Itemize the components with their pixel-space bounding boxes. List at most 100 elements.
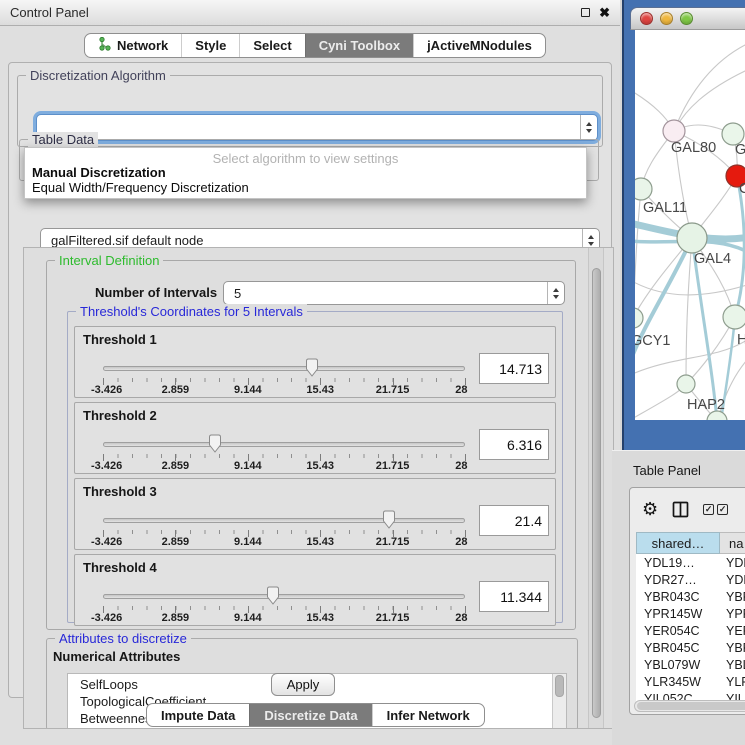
threshold-4-value-field[interactable]: 11.344: [479, 581, 549, 612]
discretization-algorithm-group-title: Discretization Algorithm: [26, 68, 170, 83]
combobox-stepper-icon[interactable]: [580, 115, 597, 140]
node-label: GAL80: [671, 140, 716, 156]
threshold-3-scale: -3.426 2.859 9.144 15.43 21.715 28: [103, 536, 465, 548]
threshold-3-slider-track[interactable]: [103, 518, 465, 523]
threshold-3-label: Threshold 3: [83, 484, 157, 499]
close-icon[interactable]: ✖: [599, 6, 610, 19]
number-of-intervals-label: Number of Intervals: [95, 285, 217, 300]
threshold-4-slider-track[interactable]: [103, 594, 465, 599]
checkbox-icon[interactable]: ✓: [717, 504, 728, 515]
dropdown-option-equal-width[interactable]: Equal Width/Frequency Discretization: [25, 180, 586, 195]
node-gal80[interactable]: [663, 120, 685, 142]
table-data-value: galFiltered.sif default node: [41, 233, 582, 248]
threshold-1-block: Threshold 1 -3.426: [74, 326, 556, 398]
tab-cyni-toolbox[interactable]: Cyni Toolbox: [305, 34, 413, 57]
node-label: GA: [735, 142, 745, 158]
table-row[interactable]: YBL079WYBL0: [636, 656, 745, 673]
network-graph: GAL80 GA C GAL11 GAL4 GCY1 H HAP2: [635, 30, 745, 420]
tab-impute-data[interactable]: Impute Data: [147, 704, 249, 726]
numerical-attributes-label: Numerical Attributes: [53, 649, 180, 664]
tab-select[interactable]: Select: [239, 34, 304, 57]
zoom-traffic-light-icon[interactable]: [680, 12, 693, 25]
node-label: H: [737, 332, 745, 348]
tab-discretize-data[interactable]: Discretize Data: [249, 704, 371, 726]
table-data-group-title: Table Data: [28, 132, 98, 147]
tab-style[interactable]: Style: [181, 34, 239, 57]
threshold-3-slider-thumb[interactable]: [381, 510, 396, 530]
settings-scroll-panel: Interval Definition Number of Intervals …: [23, 247, 614, 729]
node-table: shared… na YDL19…YDL1 YDR27…YDR2 YBR043C…: [636, 532, 745, 707]
control-panel: Control Panel ✖ Network: [0, 0, 620, 745]
minimize-traffic-light-icon[interactable]: [660, 12, 673, 25]
table-row[interactable]: YLR345WYLR3: [636, 673, 745, 690]
tab-style-label: Style: [195, 38, 226, 53]
threshold-1-label: Threshold 1: [83, 332, 157, 347]
threshold-2-value-field[interactable]: 6.316: [479, 429, 549, 460]
node-gal11[interactable]: [635, 178, 652, 200]
column-header-shared-name[interactable]: shared…: [636, 532, 720, 554]
float-window-icon[interactable]: [581, 8, 590, 17]
threshold-3-block: Threshold 3 -3.426: [74, 478, 556, 550]
table-panel-region: Table Panel ⚙ ✓ ✓ shared… na YD: [612, 450, 745, 745]
threshold-2-slider-thumb[interactable]: [208, 434, 223, 454]
node-label: GCY1: [635, 333, 671, 349]
threshold-1-value-field[interactable]: 14.713: [479, 353, 549, 384]
node-right-middle[interactable]: [723, 305, 745, 329]
network-canvas[interactable]: GAL80 GA C GAL11 GAL4 GCY1 H HAP2: [635, 30, 745, 420]
threshold-4-slider-thumb[interactable]: [266, 586, 281, 606]
tab-jactivemnodules[interactable]: jActiveMNodules: [413, 34, 545, 57]
threshold-2-scale: -3.426 2.859 9.144 15.43 21.715 28: [103, 460, 465, 472]
dropdown-placeholder-option[interactable]: Select algorithm to view settings: [25, 148, 586, 165]
algorithm-dropdown-popup: Select algorithm to view settings Manual…: [24, 147, 587, 199]
threshold-4-block: Threshold 4 -3.426: [74, 554, 556, 626]
node-label: GAL4: [694, 251, 731, 267]
threshold-3-value-field[interactable]: 21.4: [479, 505, 549, 536]
threshold-4-scale: -3.426 2.859 9.144 15.43 21.715 28: [103, 612, 465, 624]
table-row[interactable]: YER054CYER0: [636, 622, 745, 639]
tab-infer-network[interactable]: Infer Network: [372, 704, 484, 726]
table-row[interactable]: YDL19…YDL1: [636, 554, 745, 571]
threshold-2-block: Threshold 2 -3.426: [74, 402, 556, 474]
gear-icon[interactable]: ⚙: [642, 500, 658, 518]
apply-button[interactable]: Apply: [271, 673, 335, 696]
table-row[interactable]: YDR27…YDR2: [636, 571, 745, 588]
node-hap2[interactable]: [677, 375, 695, 393]
attributes-group-title: Attributes to discretize: [55, 631, 191, 646]
node-gal4[interactable]: [677, 223, 707, 253]
table-rows: YDL19…YDL1 YDR27…YDR2 YBR043CYBR0 YPR145…: [636, 554, 745, 707]
number-of-intervals-combobox[interactable]: 5: [223, 281, 565, 305]
column-header-name[interactable]: na: [720, 532, 745, 554]
thresholds-group-title: Threshold's Coordinates for 5 Intervals: [76, 304, 307, 319]
interval-definition-group-title: Interval Definition: [55, 253, 163, 268]
threshold-2-slider-track[interactable]: [103, 442, 465, 447]
node-gcy1[interactable]: [635, 308, 643, 328]
screenshot-stage: Control Panel ✖ Network: [0, 0, 745, 745]
network-window-titlebar[interactable]: [630, 7, 745, 30]
checkbox-icon[interactable]: ✓: [703, 504, 714, 515]
table-row[interactable]: YPR145WYPR1: [636, 605, 745, 622]
threshold-1-slider-thumb[interactable]: [304, 358, 319, 378]
threshold-2-label: Threshold 2: [83, 408, 157, 423]
combobox-stepper-icon[interactable]: [547, 282, 564, 304]
tab-cyni-toolbox-label: Cyni Toolbox: [319, 38, 400, 53]
close-traffic-light-icon[interactable]: [640, 12, 653, 25]
tab-network[interactable]: Network: [85, 34, 181, 57]
table-row[interactable]: YBR045CYBR0: [636, 639, 745, 656]
node-label: HAP2: [687, 397, 725, 413]
algorithm-combobox[interactable]: [36, 114, 598, 141]
top-tab-bar: Network Style Select Cyni Toolbox jActiv…: [84, 33, 546, 58]
columns-icon[interactable]: [672, 501, 689, 518]
table-panel-title: Table Panel: [633, 463, 701, 478]
threshold-1-slider-track[interactable]: [103, 366, 465, 371]
tab-network-label: Network: [117, 38, 168, 53]
dropdown-option-manual-discretization[interactable]: Manual Discretization: [25, 165, 586, 180]
tab-discretize-data-label: Discretize Data: [264, 708, 357, 723]
table-row[interactable]: YBR043CYBR0: [636, 588, 745, 605]
attributes-list-scrollbar[interactable]: [552, 674, 566, 729]
table-horizontal-scrollbar[interactable]: [634, 700, 745, 712]
settings-vertical-scrollbar[interactable]: [588, 248, 604, 728]
control-panel-title: Control Panel: [10, 5, 89, 20]
tab-select-label: Select: [253, 38, 291, 53]
table-header: shared… na: [636, 532, 745, 554]
tab-infer-network-label: Infer Network: [387, 708, 470, 723]
